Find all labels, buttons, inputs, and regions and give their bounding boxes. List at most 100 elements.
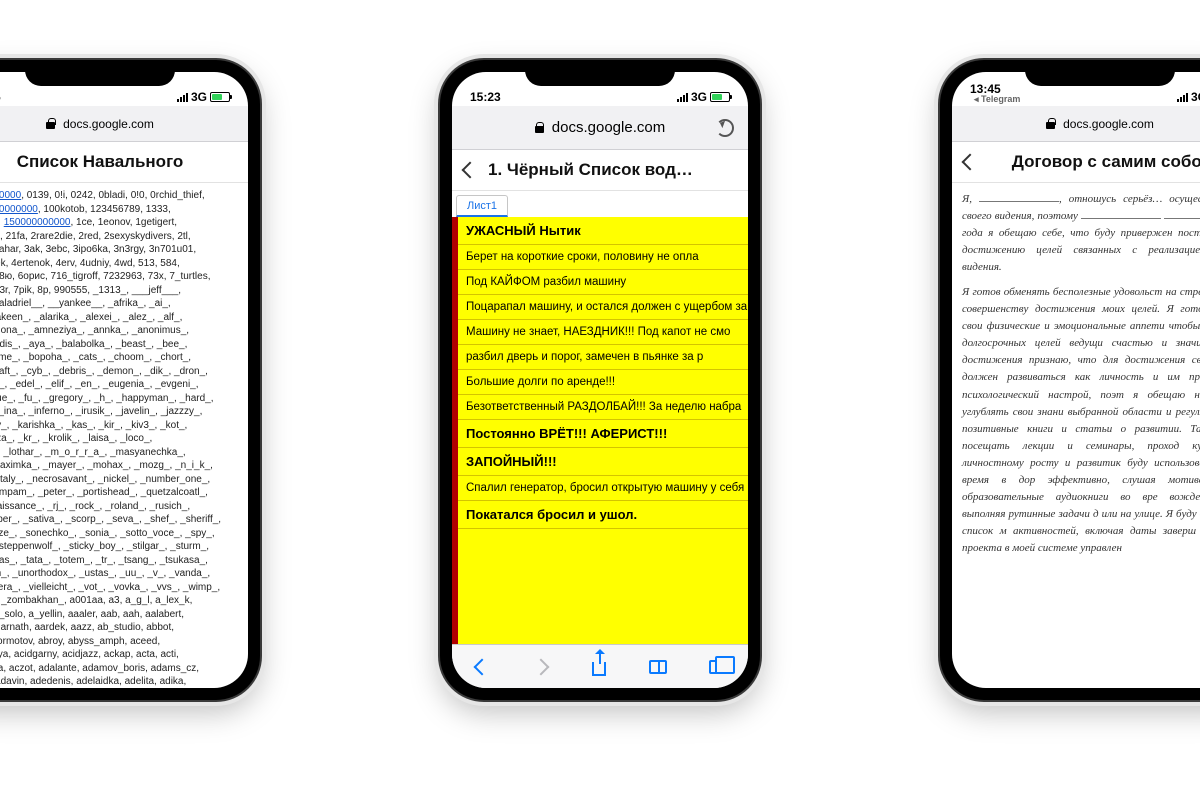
doc-header: Список Навального — [0, 142, 248, 183]
blank-field[interactable] — [1164, 209, 1200, 219]
doc-header: Договор с самим собой — [952, 142, 1200, 183]
screen-left: 13:45 3G docs.google.com Список Навально… — [0, 72, 248, 688]
body-text: gas_, _vera_, _vielleicht_, _vot_, _vovk… — [0, 582, 220, 593]
body-text: en_, __galadriel__, __yankee__, _afrika_… — [0, 298, 171, 309]
body-text: thka_, _akeen_, _alarika_, _alexei_, _al… — [0, 312, 182, 323]
doc-body[interactable]: Я, , отношусь серьёз… осуществлению свое… — [952, 183, 1200, 688]
body-text: eep, 6бр8ю, 6орис, 716_tigroff, 7232963,… — [0, 271, 210, 282]
body-text: , 0139, 0!i, 0242, 0bladi, 0!0, 0rchid_t… — [21, 190, 204, 201]
sheet-tab[interactable]: Лист1 — [456, 195, 508, 217]
url-bar[interactable]: docs.google.com — [452, 106, 748, 150]
doc-title: Список Навального — [0, 152, 236, 172]
blank-field[interactable] — [979, 192, 1059, 202]
url-text: docs.google.com — [1063, 117, 1154, 131]
notch — [25, 60, 175, 86]
body-text: lyv_, _nataly_, _necrosavant_, _nickel_,… — [0, 474, 210, 485]
url-bar[interactable]: docs.google.com — [952, 106, 1200, 142]
paragraph: Я, , отношусь серьёз… осуществлению свое… — [962, 191, 1200, 276]
body-text: _, _snooze_, _sonechko_, _sonia_, _sotto… — [0, 528, 215, 539]
body-text: amp_, _tas_, _tata_, _totem_, _tr_, _tsa… — [0, 555, 208, 566]
body-text: e12, acya, aczot, adalante, adamov_boris… — [0, 663, 199, 674]
paragraph: Я готов обменять бесполезные удовольст н… — [962, 284, 1200, 557]
sheet-row[interactable]: Покатался бросил и ушол. — [458, 501, 748, 529]
sheet-row[interactable]: Спалил генератор, бросил открытую машину… — [458, 476, 748, 501]
lock-icon — [46, 118, 55, 129]
sheet-row[interactable]: УЖАСНЫЙ Нытик — [458, 217, 748, 245]
status-indicators: 3G — [677, 90, 730, 104]
notch — [525, 60, 675, 86]
body-text: phan_, _steppenwolf_, _sticky_boy_, _sti… — [0, 541, 209, 552]
link[interactable]: 10000000000 — [0, 204, 38, 215]
body-text: ser_, _craft_, _cyb_, _debris_, _demon_,… — [0, 366, 208, 377]
body-text: 88, 3a, 3ahar, 3ak, 3ebc, 3ipo6ka, 3n3rg… — [0, 244, 196, 255]
body-text: _, _fonque_, _fu_, _gregory_, _h_, _happ… — [0, 393, 214, 404]
sheet-row[interactable]: Машину не знает, НАЕЗДНИК!!! Под капот н… — [458, 320, 748, 345]
share-icon[interactable] — [589, 656, 611, 678]
body-text: za_doreza_, _kr_, _krolik_, _laisa_, _lo… — [0, 433, 152, 444]
body-text: tik_, _saper_, _sativa_, _scorp_, _seva_… — [0, 514, 221, 525]
body-text: t__soul_, _lothar_, _m_o_r_r_a_, _masyan… — [0, 447, 186, 458]
bookmarks-icon[interactable] — [648, 656, 670, 678]
signal-bars-icon — [177, 92, 188, 102]
screen-right: 13:45 ◂ Telegram 3G docs.google.com Дого… — [952, 72, 1200, 688]
body-text: nek_, _alona_, _amneziya_, _annka_, _ano… — [0, 325, 189, 336]
sheet-row[interactable]: Безответственный РАЗДОЛБАЙ!!! За неделю … — [458, 395, 748, 420]
nav-forward-icon — [530, 656, 552, 678]
body-text: ung_kasya, acidgarny, acidjazz, ackap, a… — [0, 649, 179, 660]
sheet-row[interactable]: Поцарапал машину, и остался должен с уще… — [458, 295, 748, 320]
tabs-icon[interactable] — [707, 656, 729, 678]
nav-back-icon[interactable] — [471, 656, 493, 678]
phone-left: 13:45 3G docs.google.com Список Навально… — [0, 60, 260, 700]
body-text: uta_, _ardis_, _aya_, _balabolka_, _beas… — [0, 339, 187, 350]
doc-title: 1. Чёрный Список вод… — [488, 160, 693, 180]
back-to-app[interactable]: ◂ Telegram — [970, 95, 1020, 104]
body-text: nn_, _pampam_, _peter_, _portishead_, _q… — [0, 487, 208, 498]
sheet-row[interactable]: Под КАЙФОМ разбил машину — [458, 270, 748, 295]
phone-right: 13:45 ◂ Telegram 3G docs.google.com Дого… — [940, 60, 1200, 700]
url-text: docs.google.com — [63, 117, 154, 131]
body-text: n_, _renaissance_, _rj_, _rock_, _roland… — [0, 501, 190, 512]
link[interactable]: 00000000000 — [0, 190, 21, 201]
notch — [1025, 60, 1175, 86]
back-arrow-icon[interactable] — [462, 162, 479, 179]
body-text: oonets_, _zombakhan_, a001aa, a3, a_g_l,… — [0, 595, 192, 606]
body-text: xoid, 1ex, 21fa, 2rare2die, 2red, 2sexys… — [0, 231, 191, 242]
sheet-body[interactable]: УЖАСНЫЙ НытикБерет на короткие сроки, по… — [452, 217, 748, 644]
body-text: y_, _jerry_, _karishka_, _kas_, _kir_, _… — [0, 420, 187, 431]
phone-center: 15:23 3G docs.google.com 1. Чёрный Списо… — [440, 60, 760, 700]
body-text: kirov, abormotov, abroy, abyss_amph, ace… — [0, 636, 160, 647]
body-text: koff_, _bme_, _bopoha_, _cats_, _choom_,… — [0, 352, 191, 363]
body-text: , 100kotob, 123456789, 1333, — [38, 204, 171, 215]
status-indicators: 3G — [177, 90, 230, 104]
link[interactable]: 150000000000 — [4, 217, 71, 228]
lock-icon — [1046, 118, 1055, 129]
doc-header: 1. Чёрный Список вод… — [452, 150, 748, 191]
doc-body[interactable]: 00000000000, 0139, 0!i, 0242, 0bladi, 0!… — [0, 183, 248, 688]
screen-center: 15:23 3G docs.google.com 1. Чёрный Списо… — [452, 72, 748, 688]
sheet-row[interactable]: Берет на короткие сроки, половину не опл… — [458, 245, 748, 270]
url-bar[interactable]: docs.google.com — [0, 106, 248, 142]
doc-title: Договор с самим собой — [988, 152, 1200, 172]
battery-icon — [710, 92, 730, 102]
sheet-row[interactable]: разбил дверь и порог, замечен в пьянке з… — [458, 345, 748, 370]
url-text: docs.google.com — [552, 119, 665, 136]
network-label: 3G — [191, 90, 207, 104]
body-text: win_, _maximka_, _mayer_, _mohax_, _mozg… — [0, 460, 213, 471]
body-text: in_, _unn_, _unorthodox_, _ustas_, _uu_,… — [0, 568, 210, 579]
back-arrow-icon[interactable] — [962, 154, 979, 171]
signal-bars-icon — [677, 92, 688, 102]
sheet-row[interactable]: Постоянно ВРЁТ!!! АФЕРИСТ!!! — [458, 420, 748, 448]
body-text: yx, 3r, 4ek, 4ertenok, 4erv, 4udniy, 4wd… — [0, 258, 180, 269]
signal-bars-icon — [1177, 92, 1188, 102]
safari-toolbar — [452, 644, 748, 688]
sheet-row[interactable]: Большие долги по аренде!!! — [458, 370, 748, 395]
refresh-icon[interactable] — [716, 119, 734, 137]
body-text: , 1ce, 1eonov, 1getigert, — [70, 217, 177, 228]
network-label: 3G — [1191, 90, 1200, 104]
blank-field[interactable] — [1081, 209, 1161, 219]
network-label: 3G — [691, 90, 707, 104]
body-text: pitie_o, adavin, adedenis, adelaidka, ad… — [0, 676, 186, 687]
sheet-row[interactable]: ЗАПОЙНЫЙ!!! — [458, 448, 748, 476]
body-text: myknock3r, 7pik, 8p, 990555, _1313_, ___… — [0, 285, 181, 296]
body-text: _a_po, a_solo, a_yellin, aaaler, aab, aa… — [0, 609, 184, 620]
